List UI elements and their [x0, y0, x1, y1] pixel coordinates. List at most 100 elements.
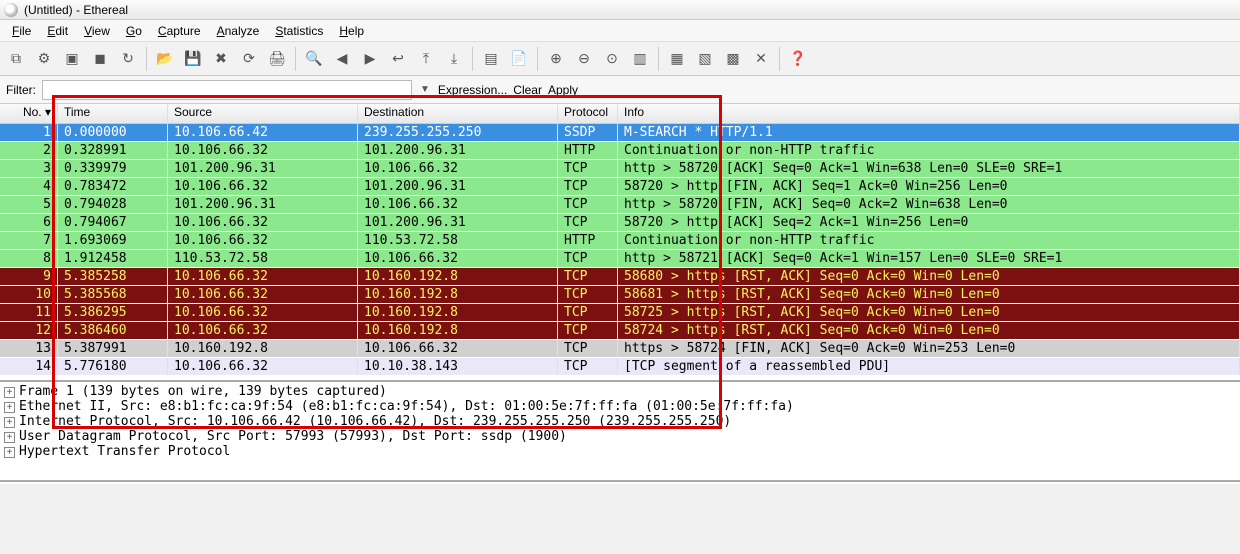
- display-filters-icon[interactable]: ▧: [693, 47, 717, 71]
- menu-help[interactable]: Help: [333, 22, 370, 40]
- column-protocol[interactable]: Protocol: [558, 104, 618, 123]
- reload-icon[interactable]: ⟳: [237, 47, 261, 71]
- tree-expander-icon[interactable]: +: [4, 387, 15, 398]
- column-no[interactable]: No. ▾: [0, 104, 58, 123]
- cell-source: 10.106.66.32: [168, 322, 358, 339]
- detail-tree-node[interactable]: +Frame 1 (139 bytes on wire, 139 bytes c…: [4, 384, 1236, 399]
- column-info[interactable]: Info: [618, 104, 1240, 123]
- filter-clear-button[interactable]: Clear: [513, 83, 542, 97]
- zoom-reset-icon[interactable]: ⊙: [600, 47, 624, 71]
- column-time[interactable]: Time: [58, 104, 168, 123]
- detail-tree-node[interactable]: + Internet Protocol, Src: 10.106.66.42 (1…: [4, 414, 1236, 429]
- filter-apply-button[interactable]: Apply: [548, 83, 578, 97]
- detail-tree-node[interactable]: +User Datagram Protocol, Src Port: 57993…: [4, 429, 1236, 444]
- filter-dropdown-icon[interactable]: ▼: [418, 84, 432, 95]
- stop-capture-icon[interactable]: ◼: [88, 47, 112, 71]
- cell-destination: 10.160.192.8: [358, 322, 558, 339]
- table-row[interactable]: 95.38525810.106.66.3210.160.192.8TCP5868…: [0, 268, 1240, 286]
- cell-protocol: TCP: [558, 250, 618, 267]
- cell-time: 0.794067: [58, 214, 168, 231]
- table-row[interactable]: 40.78347210.106.66.32101.200.96.31TCP587…: [0, 178, 1240, 196]
- tree-expander-icon[interactable]: +: [4, 417, 15, 428]
- cell-info: Continuation or non-HTTP traffic: [618, 232, 1240, 249]
- table-row[interactable]: 135.38799110.160.192.810.106.66.32TCPhtt…: [0, 340, 1240, 358]
- interfaces-icon[interactable]: ⧉: [4, 47, 28, 71]
- forward-icon[interactable]: ▶: [358, 47, 382, 71]
- colorize-icon[interactable]: ▤: [479, 47, 503, 71]
- table-row[interactable]: 125.38646010.106.66.3210.160.192.8TCP587…: [0, 322, 1240, 340]
- save-icon[interactable]: 💾: [181, 47, 205, 71]
- cell-no: 4: [0, 178, 58, 195]
- tree-expander-icon[interactable]: +: [4, 402, 15, 413]
- cell-time: 5.385568: [58, 286, 168, 303]
- detail-tree-label: Internet Protocol, Src: 10.106.66.42 (10…: [19, 414, 731, 429]
- help-icon[interactable]: ❓: [786, 47, 810, 71]
- packet-list-header: No. ▾ Time Source Destination Protocol I…: [0, 104, 1240, 124]
- cell-destination: 10.160.192.8: [358, 286, 558, 303]
- cell-info: 58720 > http [ACK] Seq=2 Ack=1 Win=256 L…: [618, 214, 1240, 231]
- menu-capture[interactable]: Capture: [152, 22, 207, 40]
- cell-source: 10.106.66.32: [168, 358, 358, 375]
- cell-no: 13: [0, 340, 58, 357]
- table-row[interactable]: 81.912458110.53.72.5810.106.66.32TCPhttp…: [0, 250, 1240, 268]
- toolbar-separator: [295, 47, 296, 71]
- coloring-rules-icon[interactable]: ▩: [721, 47, 745, 71]
- find-icon[interactable]: 🔍: [302, 47, 326, 71]
- tree-expander-icon[interactable]: +: [4, 447, 15, 458]
- filter-input[interactable]: [42, 80, 412, 100]
- cell-info: http > 58720 [FIN, ACK] Seq=0 Ack=2 Win=…: [618, 196, 1240, 213]
- table-row[interactable]: 60.79406710.106.66.32101.200.96.31TCP587…: [0, 214, 1240, 232]
- table-row[interactable]: 145.77618010.106.66.3210.10.38.143TCP[TC…: [0, 358, 1240, 376]
- detail-tree-node[interactable]: +Ethernet II, Src: e8:b1:fc:ca:9f:54 (e8…: [4, 399, 1236, 414]
- cell-no: 12: [0, 322, 58, 339]
- cell-protocol: TCP: [558, 304, 618, 321]
- cell-no: 5: [0, 196, 58, 213]
- jump-icon[interactable]: ↩: [386, 47, 410, 71]
- table-row[interactable]: 10.00000010.106.66.42239.255.255.250SSDP…: [0, 124, 1240, 142]
- cell-destination: 101.200.96.31: [358, 142, 558, 159]
- cell-time: 0.783472: [58, 178, 168, 195]
- menu-edit[interactable]: Edit: [41, 22, 74, 40]
- capture-options-icon[interactable]: ⚙: [32, 47, 56, 71]
- cell-time: 5.776180: [58, 358, 168, 375]
- start-capture-icon[interactable]: ▣: [60, 47, 84, 71]
- go-top-icon[interactable]: ⤒: [414, 47, 438, 71]
- filter-expression-button[interactable]: Expression...: [438, 83, 507, 97]
- zoom-in-icon[interactable]: ⊕: [544, 47, 568, 71]
- menu-go[interactable]: Go: [120, 22, 148, 40]
- go-bottom-icon[interactable]: ⤓: [442, 47, 466, 71]
- table-row[interactable]: 105.38556810.106.66.3210.160.192.8TCP586…: [0, 286, 1240, 304]
- cell-info: 58720 > http [FIN, ACK] Seq=1 Ack=0 Win=…: [618, 178, 1240, 195]
- table-row[interactable]: 50.794028101.200.96.3110.106.66.32TCPhtt…: [0, 196, 1240, 214]
- restart-capture-icon[interactable]: ↻: [116, 47, 140, 71]
- print-icon[interactable]: 🖨: [265, 47, 289, 71]
- column-destination[interactable]: Destination: [358, 104, 558, 123]
- back-icon[interactable]: ◀: [330, 47, 354, 71]
- preferences-icon[interactable]: ✕: [749, 47, 773, 71]
- cell-source: 110.53.72.58: [168, 250, 358, 267]
- detail-tree-label: Hypertext Transfer Protocol: [19, 444, 230, 459]
- open-icon[interactable]: 📂: [153, 47, 177, 71]
- close-icon[interactable]: ✖: [209, 47, 233, 71]
- detail-tree-node[interactable]: + Hypertext Transfer Protocol: [4, 444, 1236, 459]
- cell-protocol: TCP: [558, 160, 618, 177]
- menu-analyze[interactable]: Analyze: [211, 22, 266, 40]
- resize-columns-icon[interactable]: ▥: [628, 47, 652, 71]
- cell-protocol: TCP: [558, 196, 618, 213]
- auto-scroll-icon[interactable]: 📄: [507, 47, 531, 71]
- capture-filters-icon[interactable]: ▦: [665, 47, 689, 71]
- cell-time: 5.387991: [58, 340, 168, 357]
- table-row[interactable]: 115.38629510.106.66.3210.160.192.8TCP587…: [0, 304, 1240, 322]
- cell-protocol: SSDP: [558, 124, 618, 141]
- table-row[interactable]: 71.69306910.106.66.32110.53.72.58HTTPCon…: [0, 232, 1240, 250]
- menu-view[interactable]: View: [78, 22, 116, 40]
- zoom-out-icon[interactable]: ⊖: [572, 47, 596, 71]
- menu-statistics[interactable]: Statistics: [269, 22, 329, 40]
- menu-file[interactable]: File: [6, 22, 37, 40]
- toolbar-separator: [779, 47, 780, 71]
- app-icon: [4, 3, 18, 17]
- column-source[interactable]: Source: [168, 104, 358, 123]
- tree-expander-icon[interactable]: +: [4, 432, 15, 443]
- table-row[interactable]: 30.339979101.200.96.3110.106.66.32TCPhtt…: [0, 160, 1240, 178]
- table-row[interactable]: 20.32899110.106.66.32101.200.96.31HTTPCo…: [0, 142, 1240, 160]
